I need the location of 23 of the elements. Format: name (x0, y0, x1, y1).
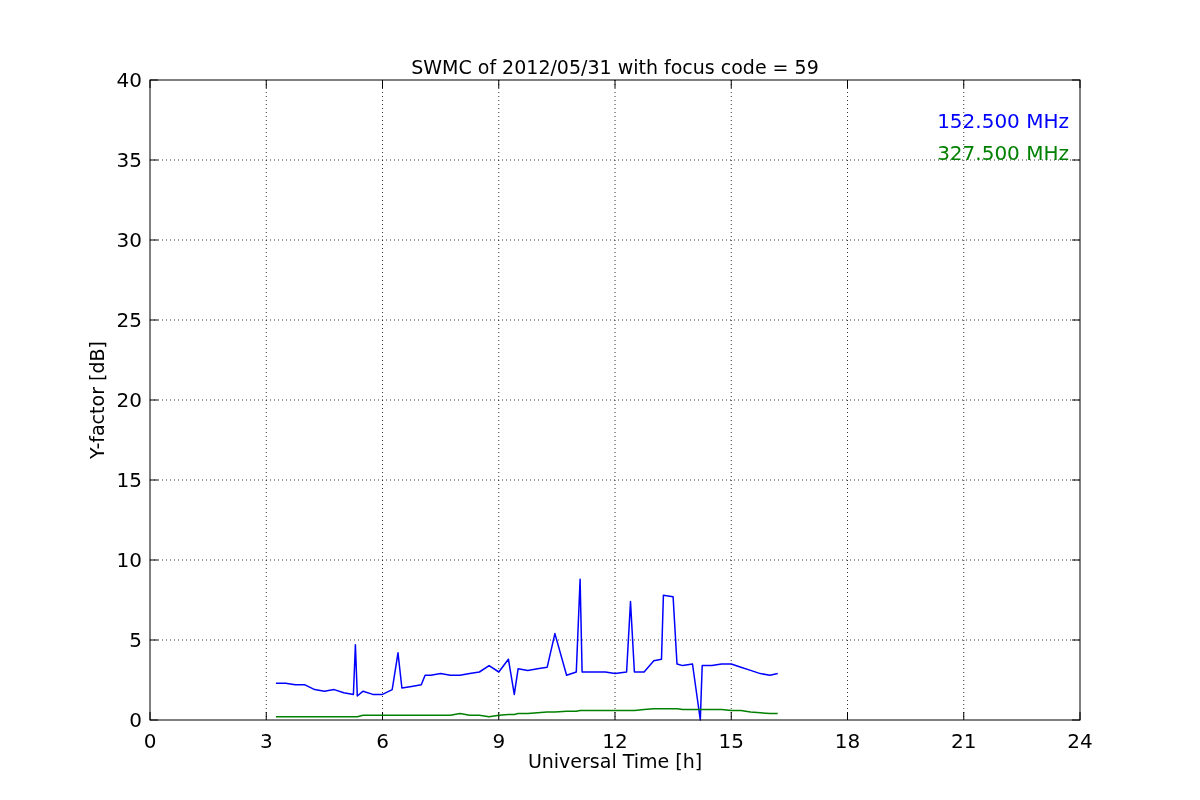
tick-label: 3 (259, 729, 273, 753)
tick-label: 10 (116, 548, 142, 572)
tick-label: 25 (116, 308, 142, 332)
tick-label: 5 (129, 628, 142, 652)
legend-label: 152.500 MHz (937, 109, 1069, 133)
tick-label: 15 (116, 468, 142, 492)
x-axis-label: Universal Time [h] (527, 750, 703, 772)
tick-label: 21 (951, 729, 977, 753)
chart-title: SWMC of 2012/05/31 with focus code = 59 (411, 56, 819, 78)
y-axis-label: Y-factor [dB] (86, 341, 108, 459)
tick-label: 24 (1067, 729, 1093, 753)
tick-label: 40 (116, 68, 142, 92)
tick-label: 30 (116, 228, 142, 252)
tick-label: 0 (129, 708, 142, 732)
tick-label: 6 (376, 729, 389, 753)
tick-label: 0 (143, 729, 157, 753)
tick-label: 35 (116, 148, 142, 172)
tick-label: 18 (834, 729, 861, 753)
tick-label: 15 (718, 729, 744, 753)
tick-label: 9 (492, 729, 506, 753)
legend-label: 327.500 MHz (937, 141, 1069, 165)
tick-label: 12 (602, 729, 628, 753)
tick-label: 20 (116, 388, 142, 412)
